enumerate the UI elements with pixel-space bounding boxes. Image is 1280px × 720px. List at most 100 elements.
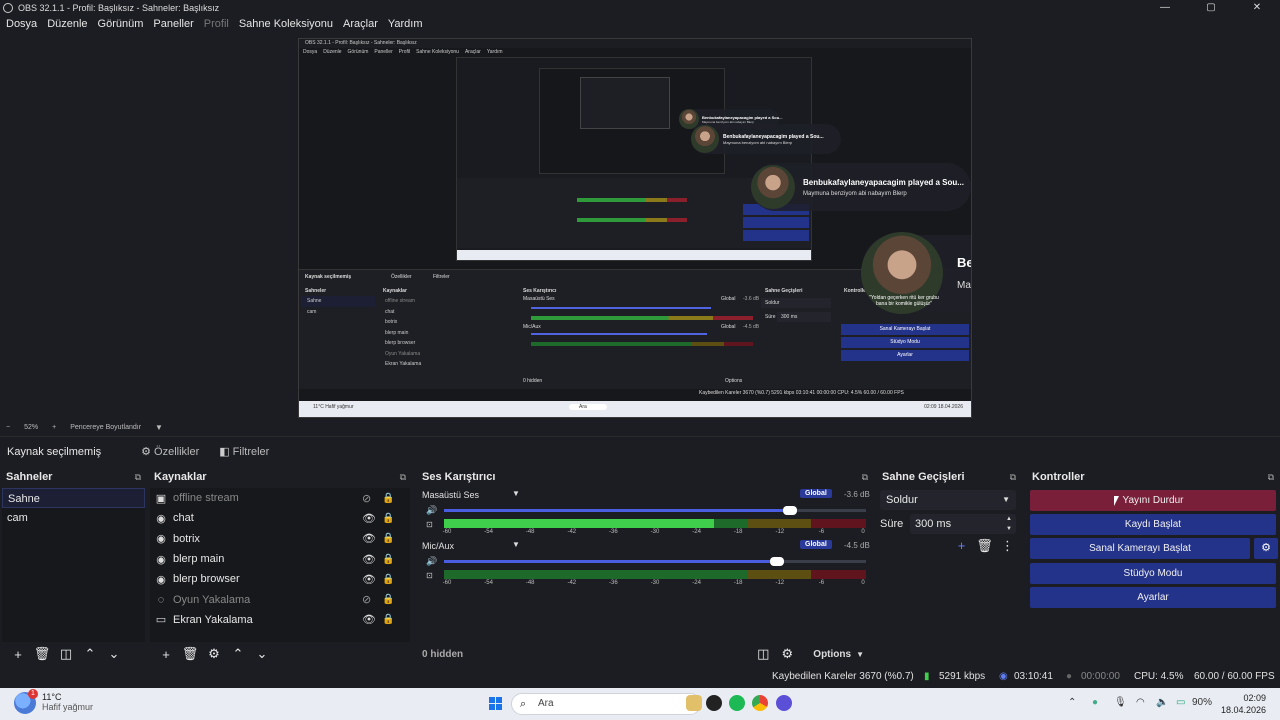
- spinner-icon[interactable]: ▲ ▼: [1006, 514, 1012, 534]
- chrome-icon[interactable]: [752, 695, 768, 711]
- menu-sahne-koleksiyonu[interactable]: Sahne Koleksiyonu: [239, 18, 333, 30]
- file-explorer-icon[interactable]: [686, 695, 702, 711]
- lock-icon[interactable]: 🔒: [382, 574, 394, 585]
- eye-icon[interactable]: 👁: [362, 512, 376, 525]
- scene-item[interactable]: Sahne: [2, 488, 145, 508]
- eye-hidden-icon[interactable]: ⊘: [362, 492, 371, 505]
- speaker-icon[interactable]: 🔊: [426, 505, 437, 516]
- menu-gorunum[interactable]: Görünüm: [98, 18, 144, 30]
- stop-streaming-button[interactable]: Yayını Durdur: [1030, 490, 1276, 511]
- undock-icon[interactable]: ⧉: [135, 472, 141, 483]
- menu-dosya[interactable]: Dosya: [6, 18, 37, 30]
- move-down-button[interactable]: ⌄: [102, 646, 126, 662]
- lock-icon[interactable]: 🔒: [382, 533, 394, 544]
- source-item[interactable]: ◉ blerp main 👁 🔒: [150, 549, 410, 569]
- obs-taskbar-icon[interactable]: [706, 695, 722, 711]
- mute-monitor-icon[interactable]: ⊡: [426, 520, 433, 529]
- options-button[interactable]: Options: [813, 649, 851, 660]
- chevron-down-icon[interactable]: ▼: [512, 489, 520, 498]
- volume-slider[interactable]: [444, 557, 866, 566]
- source-properties-button[interactable]: ⚙: [202, 646, 226, 662]
- more-icon[interactable]: ⋮: [996, 538, 1019, 554]
- lock-icon[interactable]: 🔒: [382, 554, 394, 565]
- start-recording-button[interactable]: Kaydı Başlat: [1030, 514, 1276, 535]
- speaker-icon[interactable]: 🔊: [426, 556, 437, 567]
- eye-icon[interactable]: 👁: [362, 532, 376, 545]
- volume-slider[interactable]: [444, 506, 866, 515]
- source-item[interactable]: ◌ Oyun Yakalama ⊘ 🔒: [150, 589, 410, 609]
- source-item[interactable]: ▣ offline stream ⊘ 🔒: [150, 488, 410, 508]
- maximize-button[interactable]: ▢: [1188, 0, 1234, 15]
- source-item[interactable]: ◉ chat 👁 🔒: [150, 508, 410, 528]
- advanced-audio-icon[interactable]: ⚙: [775, 646, 799, 662]
- source-item[interactable]: ◉ botrix 👁 🔒: [150, 529, 410, 549]
- menu-araclar[interactable]: Araçlar: [343, 18, 378, 30]
- zoom-out-button[interactable]: −: [6, 424, 10, 431]
- chevron-up-icon[interactable]: ⌃: [1068, 697, 1076, 708]
- add-source-button[interactable]: +: [154, 647, 178, 662]
- microphone-icon[interactable]: 🎙: [1114, 697, 1127, 708]
- start-virtual-camera-button[interactable]: Sanal Kamerayı Başlat: [1030, 538, 1250, 559]
- remove-transition-button[interactable]: 🗑: [973, 538, 996, 554]
- tick-label: -12: [775, 580, 785, 586]
- hidden-count[interactable]: 0 hidden: [422, 649, 463, 660]
- add-scene-button[interactable]: +: [6, 647, 30, 662]
- resize-to-window[interactable]: Pencereye Boyutlandır: [70, 424, 141, 431]
- undock-icon[interactable]: ⧉: [1268, 472, 1274, 483]
- eye-icon[interactable]: 👁: [362, 573, 376, 586]
- undock-icon[interactable]: ⧉: [1010, 472, 1016, 483]
- scene-filters-button[interactable]: ◫: [54, 646, 78, 662]
- tick-label: -30: [650, 529, 660, 535]
- remove-scene-button[interactable]: 🗑: [30, 646, 54, 662]
- clock[interactable]: 02:09 18.04.2026: [1221, 692, 1266, 716]
- source-item[interactable]: ◉ blerp browser 👁 🔒: [150, 569, 410, 589]
- chevron-down-icon[interactable]: ▼: [512, 540, 520, 549]
- taskbar-search[interactable]: ⌕ Ara: [511, 693, 701, 715]
- virtual-camera-gear-icon[interactable]: ⚙: [1254, 538, 1278, 559]
- eye-icon[interactable]: 👁: [362, 553, 376, 566]
- zoom-in-button[interactable]: +: [52, 424, 56, 431]
- source-item[interactable]: ▭ Ekran Yakalama 👁 🔒: [150, 610, 410, 630]
- lock-icon[interactable]: 🔒: [382, 614, 394, 625]
- lock-icon[interactable]: 🔒: [382, 513, 394, 524]
- spotify-icon[interactable]: [729, 695, 745, 711]
- studio-mode-button[interactable]: Stüdyo Modu: [1030, 563, 1276, 584]
- preview-canvas[interactable]: OBS 32.1.1 - Profil: Başlıksız - Sahnele…: [298, 38, 972, 418]
- settings-button[interactable]: Ayarlar: [1030, 587, 1276, 608]
- duration-field[interactable]: 300 ms ▲ ▼: [910, 514, 1016, 534]
- move-up-button[interactable]: ⌃: [78, 646, 102, 662]
- menu-paneller[interactable]: Paneller: [153, 18, 193, 30]
- move-down-button[interactable]: ⌄: [250, 646, 274, 662]
- remove-source-button[interactable]: 🗑: [178, 646, 202, 662]
- weather-widget[interactable]: 1 11°C Hafif yağmur: [14, 689, 93, 714]
- move-up-button[interactable]: ⌃: [226, 646, 250, 662]
- volume-knob[interactable]: [770, 557, 785, 566]
- chevron-down-icon[interactable]: ▼: [155, 423, 163, 432]
- transition-select[interactable]: Soldur ▼: [880, 490, 1016, 510]
- speaker-icon[interactable]: 🔈: [1156, 697, 1168, 708]
- scene-item[interactable]: cam: [2, 508, 145, 528]
- tick-label: -12: [775, 529, 785, 535]
- menu-duzenle[interactable]: Düzenle: [47, 18, 87, 30]
- app-icon[interactable]: [776, 695, 792, 711]
- eye-hidden-icon[interactable]: ⊘: [362, 593, 371, 606]
- menu-yardim[interactable]: Yardım: [388, 18, 423, 30]
- start-button[interactable]: [489, 697, 503, 711]
- battery-icon[interactable]: ▭: [1176, 697, 1185, 708]
- mute-monitor-icon[interactable]: ⊡: [426, 571, 433, 580]
- close-button[interactable]: ✕: [1234, 0, 1280, 15]
- tray-app-icon[interactable]: ●: [1092, 697, 1098, 708]
- add-transition-button[interactable]: +: [950, 538, 973, 554]
- lock-icon[interactable]: 🔒: [382, 493, 394, 504]
- filters-button[interactable]: ◧ Filtreler: [219, 445, 269, 459]
- eye-icon[interactable]: 👁: [362, 613, 376, 626]
- lock-icon[interactable]: 🔒: [382, 594, 394, 605]
- wifi-icon[interactable]: ◠: [1136, 697, 1145, 708]
- undock-icon[interactable]: ⧉: [400, 472, 406, 483]
- layout-icon[interactable]: ◫: [751, 646, 775, 662]
- properties-button[interactable]: ⚙ Özellikler: [141, 445, 199, 459]
- menu-bar: Dosya Düzenle Görünüm Paneller Profil Sa…: [0, 15, 1280, 33]
- undock-icon[interactable]: ⧉: [862, 472, 868, 483]
- volume-knob[interactable]: [783, 506, 798, 515]
- minimize-button[interactable]: —: [1142, 0, 1188, 15]
